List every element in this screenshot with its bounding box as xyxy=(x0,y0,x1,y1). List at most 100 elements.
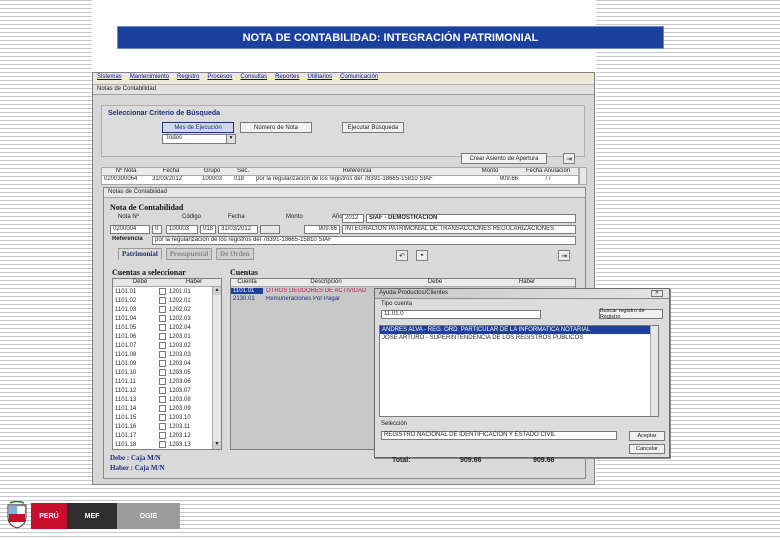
list-item[interactable]: 1101.14 1203.09 xyxy=(113,404,212,413)
popup-selection-label: Selección xyxy=(381,421,408,427)
chevron-down-icon[interactable]: ▼ xyxy=(226,135,235,143)
menu-item-registro[interactable]: Registro xyxy=(177,74,199,83)
cuenta-debe: 1101.15 xyxy=(115,414,137,421)
row-checkbox[interactable] xyxy=(159,288,166,295)
menu-item-comunicacion[interactable]: Comunicación xyxy=(340,74,378,83)
cuenta-haber: 1201.01 xyxy=(169,288,191,295)
menu-item-consultas[interactable]: Consultas xyxy=(240,74,267,83)
row-checkbox[interactable] xyxy=(159,315,166,322)
ejecutar-busqueda-button[interactable]: Ejecutar Búsqueda xyxy=(342,122,404,133)
row-checkbox[interactable] xyxy=(159,423,166,430)
popup-selection-field[interactable]: REGISTRO NACIONAL DE IDENTIFICACION Y ES… xyxy=(381,431,617,440)
list-item[interactable]: 1101.11 1203.06 xyxy=(113,377,212,386)
table-row[interactable]: 0200300064 31/03/2012 100003 018 por la … xyxy=(101,176,579,185)
mes-select[interactable]: Todos ▼ xyxy=(162,134,236,144)
row-checkbox[interactable] xyxy=(159,297,166,304)
anio-field[interactable]: 2012 xyxy=(342,214,364,223)
list-item[interactable]: 1101.04 1202.03 xyxy=(113,314,212,323)
list-item[interactable]: 1101.18 1203.13 xyxy=(113,440,212,449)
cuenta-haber: 1203.11 xyxy=(169,423,191,430)
mes-ejecucion-button[interactable]: Mes de Ejecución xyxy=(162,122,234,133)
col-fecha: Fecha xyxy=(162,168,180,174)
popup-list-scrollbar[interactable] xyxy=(650,326,658,416)
cancelar-button[interactable]: Cancelar xyxy=(629,444,665,454)
cuenta-debe: 1101.18 xyxy=(115,441,137,448)
list-item[interactable]: ANDRES ALVA - REG. ORD. PARTICULAR DE LA… xyxy=(380,326,658,334)
scroll-up-icon[interactable]: ▲ xyxy=(213,287,221,295)
undo-icon[interactable]: ↶ xyxy=(396,250,408,261)
save-icon[interactable]: ▪ xyxy=(416,250,428,261)
cuenta-debe: 1101.11 xyxy=(115,378,136,385)
export-icon[interactable]: ⇥ xyxy=(558,250,570,261)
row-checkbox[interactable] xyxy=(159,432,166,439)
cell-grupo: 100003 xyxy=(201,176,223,182)
buscar-button[interactable]: Buscar registro de Registro xyxy=(599,308,663,320)
row-checkbox[interactable] xyxy=(159,360,166,367)
cuenta-debe: 1101.16 xyxy=(115,423,137,430)
ayuda-popup: Ayuda Productos/Clientes ✕ Tipo cuenta 1… xyxy=(374,288,670,458)
menu-item-mantenimiento[interactable]: Mantenimiento xyxy=(130,74,169,83)
list-item[interactable]: 1101.12 1203.07 xyxy=(113,386,212,395)
cuentas-title: Cuentas xyxy=(230,268,259,277)
referencia-field[interactable]: por la regularización de los registros d… xyxy=(152,236,576,245)
aceptar-button[interactable]: Aceptar xyxy=(629,431,665,441)
row-checkbox[interactable] xyxy=(159,387,166,394)
row-checkbox[interactable] xyxy=(159,369,166,376)
menu-item-procesos[interactable]: Procesos xyxy=(207,74,232,83)
cuenta-debe: 1101.04 xyxy=(115,315,137,322)
list-item[interactable]: 1101.16 1203.11 xyxy=(113,422,212,431)
list-item[interactable]: 1101.15 1203.10 xyxy=(113,413,212,422)
list-item[interactable]: 1101.02 1202.01 xyxy=(113,296,212,305)
row-checkbox[interactable] xyxy=(159,351,166,358)
row-checkbox[interactable] xyxy=(159,306,166,313)
sec-field[interactable]: 0 xyxy=(152,225,162,234)
calendar-icon[interactable] xyxy=(260,225,280,234)
nota-window-title: Notas de Contabilidad xyxy=(104,188,585,198)
menu-item-sistemas[interactable]: Sistemas xyxy=(97,74,122,83)
list-item[interactable]: 1101.09 1203.04 xyxy=(113,359,212,368)
row-checkbox[interactable] xyxy=(159,378,166,385)
list-item[interactable]: 1101.06 1203.01 xyxy=(113,332,212,341)
list-item[interactable]: 1101.01 1201.01 xyxy=(113,287,212,296)
row-checkbox[interactable] xyxy=(159,324,166,331)
export-icon[interactable]: ⇥ xyxy=(563,153,575,164)
fecha-field[interactable]: 31/03/2012 xyxy=(218,225,258,234)
cuenta-haber: 1202.02 xyxy=(169,306,191,313)
tab-presupuestal[interactable]: Presupuestal xyxy=(165,248,213,260)
descripcion-field[interactable]: INTEGRACION PATRIMONIAL DE TRANSACCIONES… xyxy=(342,225,576,234)
list-item[interactable]: 1101.05 1202.04 xyxy=(113,323,212,332)
cuenta-debe: 1101.06 xyxy=(115,333,137,340)
footer-logos: PERÚ MEF OGIE xyxy=(0,500,190,530)
list-item[interactable]: 1101.07 1203.02 xyxy=(113,341,212,350)
row-checkbox[interactable] xyxy=(159,333,166,340)
list-item[interactable]: 1101.17 1203.12 xyxy=(113,431,212,440)
numero-field[interactable]: 0200004 xyxy=(110,225,150,234)
close-icon[interactable]: ✕ xyxy=(651,290,663,297)
tab-de-orden[interactable]: De Orden xyxy=(216,248,254,260)
row-checkbox[interactable] xyxy=(159,405,166,412)
scroll-down-icon[interactable]: ▼ xyxy=(213,441,221,449)
search-criteria-panel: Seleccionar Criterio de Búsqueda Mes de … xyxy=(101,105,585,157)
cuentas-list-scrollbar[interactable]: ▲ ▼ xyxy=(212,287,221,449)
row-checkbox[interactable] xyxy=(159,441,166,448)
monto-field[interactable]: 909.66 xyxy=(304,225,340,234)
grid-scrollbar[interactable] xyxy=(579,167,587,185)
popup-search-input[interactable]: 11.01.0 xyxy=(381,310,541,319)
tab-patrimonial[interactable]: Patrimonial xyxy=(118,248,162,260)
col-haber: Haber xyxy=(518,279,536,285)
codigo-field[interactable]: 100003 xyxy=(166,225,198,234)
cuentas-list-header: Debe Haber xyxy=(113,279,221,287)
crear-asiento-button[interactable]: Crear Asiento de Apertura xyxy=(461,153,547,164)
menu-item-reportes[interactable]: Reportes xyxy=(275,74,299,83)
list-item[interactable]: 1101.10 1203.05 xyxy=(113,368,212,377)
row-checkbox[interactable] xyxy=(159,414,166,421)
list-item[interactable]: 1101.08 1203.03 xyxy=(113,350,212,359)
row-checkbox[interactable] xyxy=(159,396,166,403)
sub-field[interactable]: 018 xyxy=(200,225,216,234)
menu-item-utilitarios[interactable]: Utilitarios xyxy=(307,74,332,83)
numero-nota-button[interactable]: Número de Nota xyxy=(240,122,312,133)
list-item[interactable]: 1101.13 1203.08 xyxy=(113,395,212,404)
row-checkbox[interactable] xyxy=(159,342,166,349)
list-item[interactable]: JOSE ARTURO - SUPERINTENDENCIA DE LOS RE… xyxy=(380,334,658,342)
list-item[interactable]: 1101.03 1202.02 xyxy=(113,305,212,314)
